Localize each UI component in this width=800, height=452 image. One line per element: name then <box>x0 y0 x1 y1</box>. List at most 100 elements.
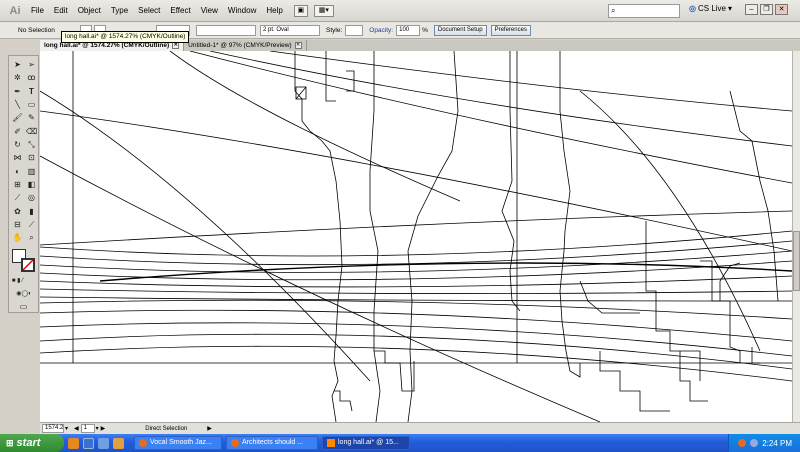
stroke-color-swatch[interactable] <box>21 258 35 272</box>
tray-icon[interactable] <box>738 439 747 447</box>
close-button[interactable]: ✕ <box>775 4 788 15</box>
cs-live-menu[interactable]: ◎ CS Live ▾ <box>689 4 732 13</box>
close-icon[interactable]: ✕ <box>294 42 302 49</box>
task-architects[interactable]: Architects should ... <box>226 436 318 450</box>
arrange-documents-button[interactable]: ▦▾ <box>313 4 334 17</box>
cs-live-label: CS Live <box>697 4 726 13</box>
task-label: long hall.ai* @ 15... <box>338 439 399 446</box>
document-setup-button[interactable]: Document Setup <box>433 24 487 36</box>
chevron-down-icon: ▾ <box>728 4 733 13</box>
search-field[interactable]: ⌕ <box>608 4 680 18</box>
eyedropper-tool-icon[interactable]: ⟋ <box>11 192 24 203</box>
hand-tool-icon[interactable]: ✋ <box>11 232 24 243</box>
width-tool-icon[interactable]: ⋈ <box>11 152 24 163</box>
preferences-button[interactable]: Preferences <box>490 24 531 36</box>
chevron-down-icon[interactable]: ▾ <box>65 425 68 432</box>
artboard-canvas[interactable] <box>40 51 792 422</box>
vertical-scrollbar[interactable] <box>792 51 800 422</box>
opacity-unit: % <box>422 26 428 34</box>
task-label: Vocal Smooth Jaz... <box>150 439 212 446</box>
menu-type[interactable]: Type <box>106 0 133 22</box>
menu-window[interactable]: Window <box>223 0 261 22</box>
close-icon[interactable]: ✕ <box>172 42 180 49</box>
brush-field[interactable]: 2 pt. Oval <box>260 24 320 36</box>
menu-view[interactable]: View <box>196 0 223 22</box>
scale-tool-icon[interactable]: ⤡ <box>25 139 38 150</box>
next-artboard-icon[interactable]: ▶ <box>101 425 106 432</box>
magic-wand-tool-icon[interactable]: ✲ <box>11 72 24 83</box>
quicklaunch-icon[interactable] <box>98 437 109 449</box>
windows-logo-icon: ⊞ <box>6 437 14 448</box>
zoom-tool-icon[interactable]: ⌕ <box>25 232 38 243</box>
menu-effect[interactable]: Effect <box>165 0 195 22</box>
status-bar: 1574.2 ▾ ◀ 1 ▾ ▶ Direct Selection ▶ <box>40 422 800 434</box>
pen-tool-icon[interactable]: ✒ <box>11 86 24 97</box>
task-long-hall[interactable]: long hall.ai* @ 15... <box>322 436 410 450</box>
mesh-tool-icon[interactable]: ⊞ <box>11 179 24 190</box>
rotate-tool-icon[interactable]: ↻ <box>11 139 24 150</box>
search-icon: ⌕ <box>611 6 616 15</box>
chevron-down-icon[interactable]: ▾ <box>96 425 99 432</box>
illustrator-icon <box>327 439 335 447</box>
eraser-tool-icon[interactable]: ⌫ <box>25 126 38 137</box>
blob-brush-tool-icon[interactable]: ✐ <box>11 126 24 137</box>
menu-bar: Ai File Edit Object Type Select Effect V… <box>0 0 800 22</box>
column-graph-tool-icon[interactable]: ▮ <box>25 206 38 217</box>
menu-edit[interactable]: Edit <box>49 0 73 22</box>
restore-button[interactable]: ❐ <box>760 4 773 15</box>
task-label: Architects should ... <box>242 439 304 446</box>
task-vocal-smooth-jazz[interactable]: Vocal Smooth Jaz... <box>134 436 222 450</box>
opacity-field[interactable]: 100 <box>396 24 421 36</box>
symbol-sprayer-tool-icon[interactable]: ✿ <box>11 206 24 217</box>
illustrator-logo: Ai <box>9 4 21 17</box>
lasso-tool-icon[interactable]: ꝏ <box>25 72 38 83</box>
draw-mode-icon[interactable]: ◉◯◐ <box>11 289 37 300</box>
zoom-field[interactable]: 1574.2 <box>42 424 64 433</box>
status-tool-label: Direct Selection <box>145 425 188 432</box>
media-player-icon[interactable] <box>113 437 124 449</box>
type-tool-icon[interactable]: T <box>25 86 38 97</box>
scrollbar-thumb[interactable] <box>793 231 800 291</box>
pencil-tool-icon[interactable]: ✎ <box>25 112 38 123</box>
free-transform-tool-icon[interactable]: ⊡ <box>25 152 38 163</box>
perspective-grid-tool-icon[interactable]: ▥ <box>25 166 38 177</box>
selection-tool-icon[interactable]: ➤ <box>11 59 24 70</box>
tab-untitled-1[interactable]: Untitled-1* @ 97% (CMYK/Preview) ✕ <box>184 40 307 51</box>
show-desktop-icon[interactable] <box>83 437 94 449</box>
menu-help[interactable]: Help <box>261 0 287 22</box>
gradient-tool-icon[interactable]: ◧ <box>25 179 38 190</box>
clock: 2:24 PM <box>762 438 792 448</box>
document-tooltip: long hall.ai* @ 1574.27% (CMYK/Outline) <box>61 31 190 43</box>
menu-object[interactable]: Object <box>73 0 106 22</box>
color-mode-icon[interactable]: ■ ▮ ⁄ <box>11 276 24 287</box>
system-tray: 2:24 PM <box>728 434 800 452</box>
status-menu-icon[interactable]: ▶ <box>207 425 212 432</box>
variable-width-field[interactable] <box>196 24 256 36</box>
firefox-icon[interactable] <box>68 437 79 449</box>
brush-label: 2 pt. Oval <box>263 26 289 33</box>
tray-icon[interactable] <box>750 439 759 447</box>
slice-tool-icon[interactable]: ⟋ <box>25 219 38 230</box>
style-field[interactable] <box>345 24 364 36</box>
tab-label: Untitled-1* @ 97% (CMYK/Preview) <box>188 42 292 49</box>
previous-artboard-icon[interactable]: ◀ <box>74 425 79 432</box>
shape-builder-tool-icon[interactable]: ◐ <box>11 166 24 177</box>
start-button[interactable]: ⊞ start <box>0 434 64 452</box>
artboard-tool-icon[interactable]: ⊟ <box>11 219 24 230</box>
minimize-button[interactable]: – <box>745 4 758 15</box>
blend-tool-icon[interactable]: ◎ <box>25 192 38 203</box>
line-tool-icon[interactable]: ╲ <box>11 99 24 110</box>
start-label: start <box>16 437 41 449</box>
firefox-icon <box>139 439 147 447</box>
artboard-field[interactable]: 1 <box>80 424 95 433</box>
rectangle-tool-icon[interactable]: ▭ <box>25 99 38 110</box>
tools-panel: ➤ ➢ ✲ ꝏ ✒ T ╲ ▭ 🖌 ✎ ✐ ⌫ ↻ ⤡ ⋈ ⊡ ◐ ▥ ⊞ ◧ … <box>8 55 39 313</box>
menu-select[interactable]: Select <box>133 0 165 22</box>
screen-mode-icon[interactable]: ▭ <box>17 301 30 312</box>
paintbrush-tool-icon[interactable]: 🖌 <box>11 112 24 123</box>
menu-file[interactable]: File <box>26 0 49 22</box>
windows-taskbar: ⊞ start Vocal Smooth Jaz... Architects s… <box>0 434 800 452</box>
cs-live-icon: ◎ <box>689 4 696 13</box>
direct-selection-tool-icon[interactable]: ➢ <box>25 59 38 70</box>
bridge-button[interactable]: ▣ <box>293 4 308 17</box>
